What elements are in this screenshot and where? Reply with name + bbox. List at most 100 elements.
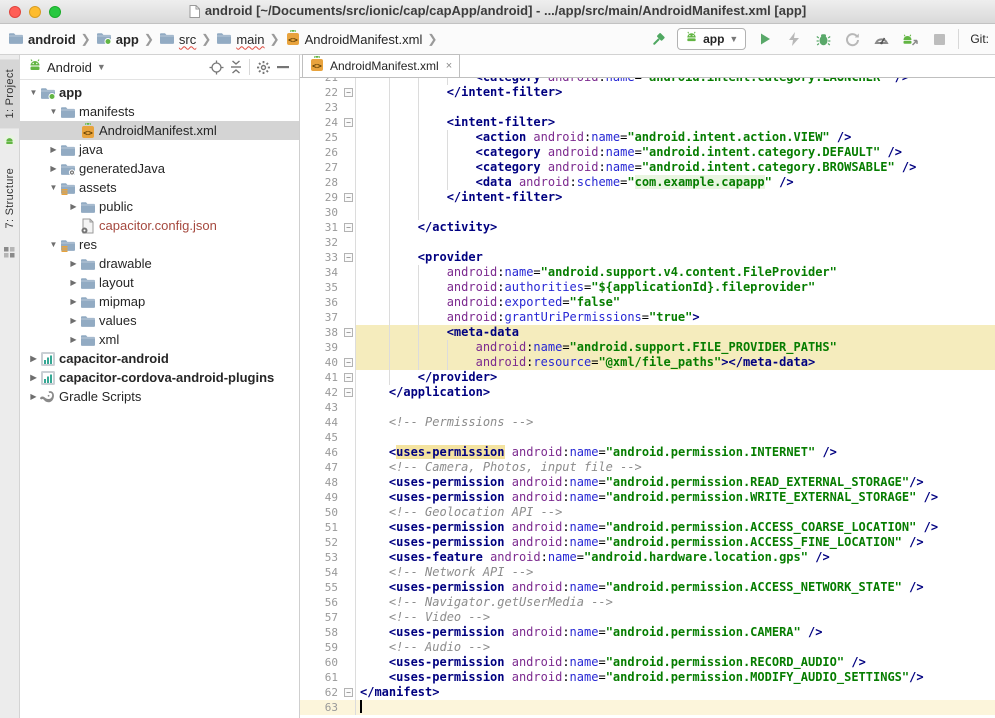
code-line-content[interactable] <box>356 400 995 415</box>
tree-expand-arrow-icon[interactable]: ▶ <box>28 392 39 401</box>
tree-item-capacitor-android[interactable]: ▶capacitor-android <box>20 349 299 368</box>
gutter-line-number[interactable]: 62− <box>300 685 356 700</box>
code-line-52[interactable]: 52 <uses-permission android:name="androi… <box>300 535 995 550</box>
settings-gear-icon[interactable] <box>253 57 273 77</box>
code-line-content[interactable]: <uses-permission android:name="android.p… <box>356 670 995 685</box>
gutter-line-number[interactable]: 51 <box>300 520 356 535</box>
gutter-line-number[interactable]: 53 <box>300 550 356 565</box>
code-line-content[interactable]: android:exported="false" <box>356 295 995 310</box>
code-line-45[interactable]: 45 <box>300 430 995 445</box>
hide-panel-icon[interactable] <box>273 57 293 77</box>
code-line-53[interactable]: 53 <uses-feature android:name="android.h… <box>300 550 995 565</box>
locate-icon[interactable] <box>206 57 226 77</box>
tree-expand-arrow-icon[interactable]: ▼ <box>48 107 59 116</box>
code-line-content[interactable]: <uses-permission android:name="android.p… <box>356 490 995 505</box>
tree-expand-arrow-icon[interactable]: ▶ <box>68 278 79 287</box>
fold-marker-icon[interactable]: − <box>344 688 353 697</box>
tree-item-public[interactable]: ▶public <box>20 197 299 216</box>
code-line-59[interactable]: 59 <!-- Audio --> <box>300 640 995 655</box>
code-line-38[interactable]: 38− <meta-data <box>300 325 995 340</box>
gutter-line-number[interactable]: 49 <box>300 490 356 505</box>
code-line-content[interactable]: <meta-data <box>356 325 995 340</box>
tree-expand-arrow-icon[interactable]: ▶ <box>68 202 79 211</box>
gutter-line-number[interactable]: 43 <box>300 400 356 415</box>
tree-item-mipmap[interactable]: ▶mipmap <box>20 292 299 311</box>
zoom-window-button[interactable] <box>49 6 61 18</box>
code-line-29[interactable]: 29− </intent-filter> <box>300 190 995 205</box>
code-line-content[interactable] <box>356 430 995 445</box>
gutter-line-number[interactable]: 52 <box>300 535 356 550</box>
code-line-47[interactable]: 47 <!-- Camera, Photos, input file --> <box>300 460 995 475</box>
tree-item-capacitor-cordova-android-plugins[interactable]: ▶capacitor-cordova-android-plugins <box>20 368 299 387</box>
gutter-line-number[interactable]: 29− <box>300 190 356 205</box>
profiler-icon[interactable] <box>871 29 891 49</box>
close-tab-icon[interactable]: × <box>444 60 452 72</box>
code-line-content[interactable]: <!-- Camera, Photos, input file --> <box>356 460 995 475</box>
code-line-content[interactable]: </intent-filter> <box>356 85 995 100</box>
code-line-content[interactable] <box>356 100 995 115</box>
collapse-all-icon[interactable] <box>226 57 246 77</box>
gutter-line-number[interactable]: 32 <box>300 235 356 250</box>
project-view-selector[interactable]: Android ▼ <box>28 58 106 77</box>
code-line-content[interactable]: <uses-permission android:name="android.p… <box>356 520 995 535</box>
code-line-content[interactable]: </application> <box>356 385 995 400</box>
git-label[interactable]: Git: <box>968 32 989 46</box>
tree-item-assets[interactable]: ▼assets <box>20 178 299 197</box>
code-line-content[interactable] <box>356 700 995 715</box>
code-line-22[interactable]: 22− </intent-filter> <box>300 85 995 100</box>
editor-tab-androidmanifest[interactable]: <> AndroidManifest.xml × <box>302 54 460 77</box>
code-line-51[interactable]: 51 <uses-permission android:name="androi… <box>300 520 995 535</box>
code-line-content[interactable]: </activity> <box>356 220 995 235</box>
gutter-line-number[interactable]: 33− <box>300 250 356 265</box>
code-line-23[interactable]: 23 <box>300 100 995 115</box>
code-line-27[interactable]: 27 <category android:name="android.inten… <box>300 160 995 175</box>
code-line-35[interactable]: 35 android:authorities="${applicationId}… <box>300 280 995 295</box>
code-line-content[interactable]: </manifest> <box>356 685 995 700</box>
tree-expand-arrow-icon[interactable]: ▶ <box>68 335 79 344</box>
gutter-line-number[interactable]: 55 <box>300 580 356 595</box>
tree-item-values[interactable]: ▶values <box>20 311 299 330</box>
debug-icon[interactable] <box>813 29 833 49</box>
code-line-content[interactable]: <uses-permission android:name="android.p… <box>356 445 995 460</box>
code-line-58[interactable]: 58 <uses-permission android:name="androi… <box>300 625 995 640</box>
tree-expand-arrow-icon[interactable]: ▼ <box>28 88 39 97</box>
gutter-line-number[interactable]: 59 <box>300 640 356 655</box>
code-line-24[interactable]: 24− <intent-filter> <box>300 115 995 130</box>
gutter-line-number[interactable]: 27 <box>300 160 356 175</box>
code-line-content[interactable]: android:name="android.support.FILE_PROVI… <box>356 340 995 355</box>
tree-item-androidmanifest-xml[interactable]: <>AndroidManifest.xml <box>20 121 299 140</box>
code-line-32[interactable]: 32 <box>300 235 995 250</box>
gutter-line-number[interactable]: 26 <box>300 145 356 160</box>
code-line-26[interactable]: 26 <category android:name="android.inten… <box>300 145 995 160</box>
code-line-content[interactable]: </provider> <box>356 370 995 385</box>
minimize-window-button[interactable] <box>29 6 41 18</box>
tree-item-gradle-scripts[interactable]: ▶Gradle Scripts <box>20 387 299 406</box>
code-line-content[interactable]: <data android:scheme="com.example.capapp… <box>356 175 995 190</box>
tool-window-tab-structure[interactable]: 7: Structure <box>0 158 20 238</box>
code-line-content[interactable]: android:name="android.support.v4.content… <box>356 265 995 280</box>
code-line-content[interactable] <box>356 205 995 220</box>
breadcrumb-item-src[interactable]: src <box>159 31 196 48</box>
tree-expand-arrow-icon[interactable]: ▶ <box>48 164 59 173</box>
code-line-content[interactable]: <category android:name="android.intent.c… <box>356 160 995 175</box>
gutter-line-number[interactable]: 48 <box>300 475 356 490</box>
code-line-content[interactable]: <intent-filter> <box>356 115 995 130</box>
code-editor[interactable]: 21 <category android:name="android.inten… <box>300 70 995 718</box>
gutter-line-number[interactable]: 44 <box>300 415 356 430</box>
gutter-line-number[interactable]: 58 <box>300 625 356 640</box>
tree-item-manifests[interactable]: ▼manifests <box>20 102 299 121</box>
gutter-line-number[interactable]: 35 <box>300 280 356 295</box>
code-line-41[interactable]: 41− </provider> <box>300 370 995 385</box>
fold-marker-icon[interactable]: − <box>344 193 353 202</box>
breadcrumb-item-app[interactable]: app <box>96 31 139 48</box>
code-line-content[interactable]: <!-- Geolocation API --> <box>356 505 995 520</box>
code-line-content[interactable]: <uses-permission android:name="android.p… <box>356 580 995 595</box>
code-line-36[interactable]: 36 android:exported="false" <box>300 295 995 310</box>
code-line-42[interactable]: 42− </application> <box>300 385 995 400</box>
code-line-content[interactable]: <!-- Network API --> <box>356 565 995 580</box>
code-line-content[interactable]: <uses-feature android:name="android.hard… <box>356 550 995 565</box>
fold-marker-icon[interactable]: − <box>344 88 353 97</box>
gutter-line-number[interactable]: 37 <box>300 310 356 325</box>
gutter-line-number[interactable]: 22− <box>300 85 356 100</box>
gutter-line-number[interactable]: 61 <box>300 670 356 685</box>
